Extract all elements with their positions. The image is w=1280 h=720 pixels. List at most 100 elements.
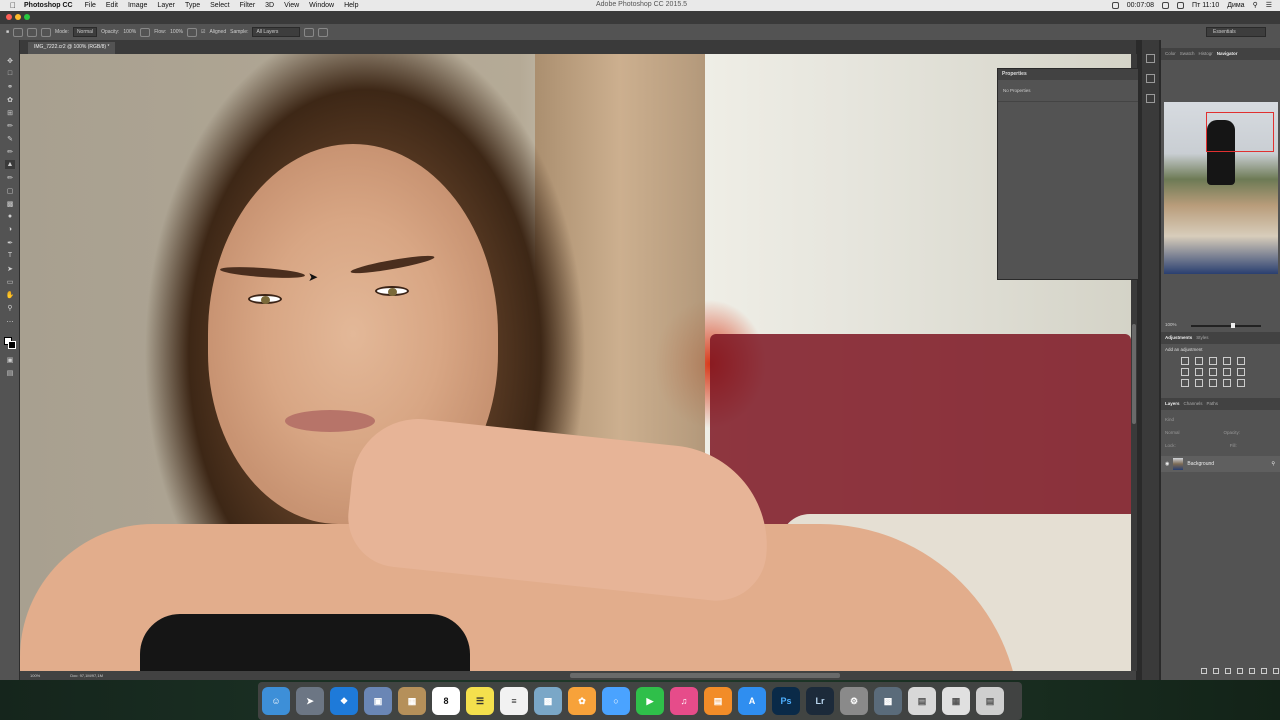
calendar-icon[interactable]: 8 <box>432 687 460 715</box>
wifi-icon[interactable] <box>1162 1 1170 9</box>
menu-file[interactable]: File <box>85 2 96 9</box>
battery-icon[interactable] <box>1177 1 1185 9</box>
tab-styles[interactable]: Styles <box>1196 335 1208 341</box>
hue-icon[interactable] <box>1181 368 1189 376</box>
clock[interactable]: Пт 11:10 <box>1192 2 1219 9</box>
quick-select-icon[interactable]: ✿ <box>5 95 15 104</box>
type-tool-icon[interactable]: T <box>5 251 15 260</box>
flow-value[interactable]: 100% <box>170 29 183 35</box>
trash-icon[interactable]: ▤ <box>976 687 1004 715</box>
safari-icon[interactable]: ❖ <box>330 687 358 715</box>
reminders-icon[interactable]: ≡ <box>500 687 528 715</box>
zoom-button[interactable] <box>24 14 30 20</box>
archive-icon[interactable]: ▦ <box>942 687 970 715</box>
clone-stamp-tool-icon[interactable]: ▲ <box>5 160 15 169</box>
menu-filter[interactable]: Filter <box>240 2 256 9</box>
tab-paths[interactable]: Paths <box>1207 401 1219 407</box>
ibooks-icon[interactable]: ▤ <box>704 687 732 715</box>
path-select-icon[interactable]: ➤ <box>5 264 15 273</box>
healing-brush-icon[interactable]: ✎ <box>5 134 15 143</box>
new-layer-icon[interactable] <box>1261 668 1267 674</box>
vertical-scroll-thumb[interactable] <box>1132 324 1136 424</box>
menu-3d[interactable]: 3D <box>265 2 274 9</box>
selective-color-icon[interactable] <box>1237 379 1245 387</box>
group-icon[interactable] <box>1249 668 1255 674</box>
screen-mode-icon[interactable]: ▤ <box>5 368 15 377</box>
color-balance-icon[interactable] <box>1195 368 1203 376</box>
more-tools-icon[interactable]: ⋯ <box>5 317 15 326</box>
photos-icon[interactable]: ✿ <box>568 687 596 715</box>
messages-icon[interactable]: ○ <box>602 687 630 715</box>
navigator-view-box[interactable] <box>1206 112 1274 152</box>
list-icon[interactable]: ☰ <box>1266 1 1272 9</box>
brush-preset-picker[interactable] <box>13 27 24 37</box>
fx-icon[interactable] <box>1213 668 1219 674</box>
sample-dropdown[interactable]: All Layers <box>252 27 301 37</box>
marquee-tool-icon[interactable]: □ <box>5 69 15 78</box>
minimize-button[interactable] <box>15 14 21 20</box>
levels-icon[interactable] <box>1195 357 1203 365</box>
menu-type[interactable]: Type <box>185 2 200 9</box>
background-color-swatch[interactable] <box>8 341 16 349</box>
quick-mask-icon[interactable]: ▣ <box>5 355 15 364</box>
adjustment-layer-icon[interactable] <box>1237 668 1243 674</box>
menu-layer[interactable]: Layer <box>157 2 175 9</box>
horizontal-scroll-thumb[interactable] <box>570 673 840 678</box>
tab-adjustments[interactable]: Adjustments <box>1165 335 1192 341</box>
layer-kind-filter[interactable]: Kind <box>1165 417 1174 422</box>
mask-icon[interactable] <box>1225 668 1231 674</box>
notes-icon[interactable]: ▦ <box>398 687 426 715</box>
crop-tool-icon[interactable]: ⊞ <box>5 108 15 117</box>
clone-source-toggle[interactable] <box>41 27 52 37</box>
lock-icon[interactable]: ⚲ <box>1271 461 1275 467</box>
user-name[interactable]: Дима <box>1227 2 1244 9</box>
itunes-icon[interactable]: ♫ <box>670 687 698 715</box>
link-icon[interactable] <box>1201 668 1207 674</box>
finder-icon[interactable]: ☺ <box>262 687 290 715</box>
menu-select[interactable]: Select <box>210 2 229 9</box>
posterize-icon[interactable] <box>1195 379 1203 387</box>
system-preferences-icon[interactable]: ⚙ <box>840 687 868 715</box>
menu-image[interactable]: Image <box>128 2 147 9</box>
pressure-size-icon[interactable] <box>318 27 329 37</box>
eye-icon[interactable]: ◉ <box>1165 461 1169 467</box>
apple-icon[interactable]:  <box>10 1 16 10</box>
lightroom-icon[interactable]: Lr <box>806 687 834 715</box>
dodge-tool-icon[interactable]: ◑ <box>5 225 15 234</box>
brush-panel-icon[interactable] <box>1146 74 1155 83</box>
aligned-checkbox[interactable]: ☑ <box>201 29 205 35</box>
invert-icon[interactable] <box>1181 379 1189 387</box>
preview-icon[interactable]: ▣ <box>364 687 392 715</box>
ignore-adjustment-icon[interactable] <box>304 27 315 37</box>
blend-mode[interactable]: Normal <box>1165 430 1180 435</box>
tab-channels[interactable]: Channels <box>1184 401 1203 407</box>
brush-tool-icon[interactable]: ✏ <box>5 147 15 156</box>
pause-icon[interactable] <box>1111 1 1119 9</box>
mode-dropdown[interactable]: Normal <box>72 27 98 37</box>
stickies-icon[interactable]: ☰ <box>466 687 494 715</box>
tab-histogram[interactable]: Histogr <box>1199 51 1213 57</box>
layer-name[interactable]: Background <box>1187 461 1214 467</box>
navigator-zoom-slider[interactable] <box>1191 323 1261 328</box>
document-icon[interactable]: ▤ <box>908 687 936 715</box>
curves-icon[interactable] <box>1209 357 1217 365</box>
navigator-zoom[interactable]: 100% <box>1165 322 1177 327</box>
close-button[interactable] <box>6 14 12 20</box>
navigator-zoom-knob[interactable] <box>1231 323 1235 328</box>
tab-layers[interactable]: Layers <box>1165 401 1180 407</box>
vibrance-icon[interactable] <box>1237 357 1245 365</box>
gradient-map-icon[interactable] <box>1223 379 1231 387</box>
pressure-opacity-icon[interactable] <box>140 27 151 37</box>
threshold-icon[interactable] <box>1209 379 1217 387</box>
layer-row-background[interactable]: ◉ Background ⚲ <box>1161 456 1280 472</box>
history-brush-icon[interactable]: ✏ <box>5 173 15 182</box>
app-menu[interactable]: Photoshop CC <box>24 2 73 9</box>
gradient-icon[interactable]: ▩ <box>5 199 15 208</box>
photo-filter-icon[interactable] <box>1223 368 1231 376</box>
screen-icon[interactable]: ▩ <box>874 687 902 715</box>
menu-help[interactable]: Help <box>344 2 358 9</box>
history-icon[interactable] <box>1146 54 1155 63</box>
channel-mixer-icon[interactable] <box>1237 368 1245 376</box>
zoom-tool-icon[interactable]: ⚲ <box>5 303 15 312</box>
move-tool-icon[interactable]: ✥ <box>5 56 15 65</box>
